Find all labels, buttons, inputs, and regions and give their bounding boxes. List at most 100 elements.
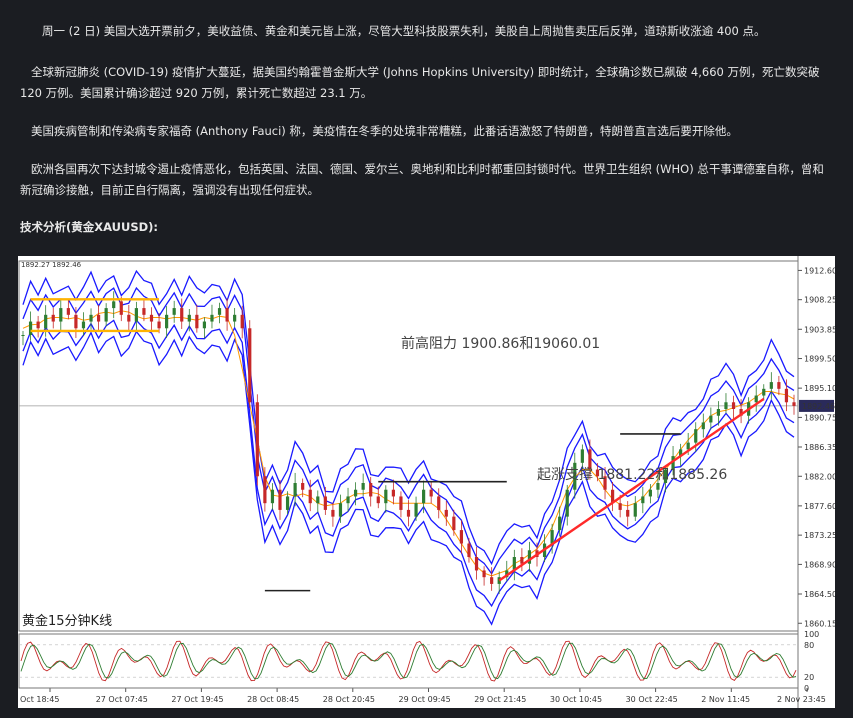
candle-body bbox=[21, 335, 25, 336]
y-tick-label: 1903.85 bbox=[804, 325, 835, 334]
candle-body bbox=[467, 543, 471, 557]
candle-body bbox=[157, 321, 161, 329]
candle-body bbox=[316, 496, 320, 504]
x-tick-label: 2 Nov 23:45 bbox=[777, 695, 826, 704]
candle-body bbox=[278, 489, 282, 510]
indicator-tick-label: 100 bbox=[804, 630, 819, 639]
candle-body bbox=[490, 577, 494, 584]
candle-body bbox=[474, 557, 479, 571]
candle-body bbox=[399, 496, 403, 510]
ohlc-readout: 1892.27 1892.46 bbox=[21, 261, 82, 269]
candle-body bbox=[248, 328, 252, 403]
candle-body bbox=[89, 314, 93, 322]
resistance-annotation: 前高阻力 1900.86和19060.01 bbox=[401, 335, 600, 352]
candle-body bbox=[134, 308, 138, 322]
candle-body bbox=[172, 308, 176, 315]
y-tick-label: 1873.25 bbox=[804, 531, 835, 540]
candle-body bbox=[346, 496, 350, 504]
x-tick-label: Oct 18:45 bbox=[20, 695, 59, 704]
candle-body bbox=[301, 483, 305, 490]
candle-body bbox=[648, 489, 652, 497]
candle-body bbox=[96, 314, 101, 322]
candle-body bbox=[565, 489, 569, 517]
candle-body bbox=[641, 496, 645, 504]
candle-body bbox=[361, 483, 365, 490]
candle-body bbox=[293, 483, 297, 497]
candle-body bbox=[180, 308, 184, 322]
article-paragraph-4: 欧洲各国再次下达封城令遏止疫情恶化，包括英国、法国、德国、爱尔兰、奥地利和比利时… bbox=[20, 162, 824, 197]
candle-body bbox=[331, 509, 335, 517]
gold-price-chart: 1912.60 1908.25 1903.85 1899.50 1895.10 1890.… bbox=[18, 256, 835, 708]
candle-body bbox=[66, 308, 70, 315]
candle-body bbox=[112, 301, 116, 309]
candle-body bbox=[28, 321, 33, 335]
candle-body bbox=[187, 314, 191, 322]
candle-body bbox=[754, 395, 758, 403]
article-paragraph-1: 周一 (2 日) 美国大选开票前夕，美收益债、黄金和美元皆上涨，尽管大型科技股票… bbox=[42, 24, 766, 38]
candle-body bbox=[633, 503, 637, 517]
candle-body bbox=[195, 314, 199, 329]
candle-body bbox=[127, 314, 131, 322]
y-tick-label: 1882.00 bbox=[804, 472, 835, 481]
candle-body bbox=[406, 509, 411, 517]
candle-body bbox=[240, 314, 244, 329]
candle-body bbox=[255, 402, 259, 477]
y-tick-label: 1908.25 bbox=[804, 296, 835, 305]
candle-body bbox=[701, 422, 705, 430]
candle-body bbox=[308, 489, 312, 504]
candle-body bbox=[36, 321, 40, 329]
candle-body bbox=[686, 442, 690, 450]
candle-body bbox=[369, 483, 373, 497]
x-tick-label: 30 Oct 22:45 bbox=[626, 695, 678, 704]
indicator-tick-label: 20 bbox=[804, 673, 814, 682]
y-tick-label: 1886.35 bbox=[804, 443, 835, 452]
y-tick-label: 1895.10 bbox=[804, 384, 835, 393]
candle-body bbox=[482, 570, 486, 578]
x-tick-label: 27 Oct 07:45 bbox=[96, 695, 148, 704]
candle-body bbox=[217, 308, 222, 315]
candle-body bbox=[376, 496, 380, 504]
candle-body bbox=[142, 308, 146, 315]
x-tick-label: 29 Oct 21:45 bbox=[474, 695, 526, 704]
candle-body bbox=[444, 509, 448, 517]
candle-body bbox=[716, 409, 721, 416]
candle-body bbox=[285, 496, 290, 510]
candle-body bbox=[119, 301, 123, 315]
indicator-tick-label: 0 bbox=[804, 684, 809, 693]
candle-body bbox=[724, 402, 728, 409]
candle-body bbox=[422, 489, 426, 504]
candle-body bbox=[784, 388, 789, 403]
candle-body bbox=[233, 314, 237, 322]
candle-body bbox=[618, 503, 622, 510]
x-tick-label: 30 Oct 10:45 bbox=[550, 695, 602, 704]
candle-body bbox=[520, 557, 524, 564]
candle-body bbox=[769, 382, 773, 389]
candle-body bbox=[580, 449, 584, 463]
candle-body bbox=[384, 489, 388, 504]
candle-body bbox=[74, 314, 78, 329]
y-tick-label: 1868.90 bbox=[804, 560, 835, 569]
candle-body bbox=[414, 503, 418, 517]
candle-body bbox=[709, 415, 713, 423]
x-tick-label: 29 Oct 09:45 bbox=[399, 695, 451, 704]
candle-body bbox=[626, 509, 630, 517]
candle-body bbox=[165, 314, 169, 329]
candle-body bbox=[202, 321, 207, 329]
chart-panel-title: 黄金15分钟K线 bbox=[22, 613, 112, 629]
y-tick-label: 1899.50 bbox=[804, 355, 835, 364]
indicator-tick-label: 80 bbox=[804, 641, 814, 650]
candle-body bbox=[59, 308, 63, 322]
candle-body bbox=[225, 308, 229, 322]
candle-body bbox=[210, 314, 214, 322]
y-tick-label: 1860.15 bbox=[804, 619, 835, 628]
candle-body bbox=[558, 516, 562, 531]
chart-canvas: 1912.60 1908.25 1903.85 1899.50 1895.10 1890.… bbox=[18, 256, 835, 708]
candle-body bbox=[149, 314, 154, 322]
x-tick-label: 2 Nov 11:45 bbox=[701, 695, 750, 704]
current-price-label: 1892.46 bbox=[802, 402, 835, 411]
article-paragraph-3: 美国疾病管制和传染病专家福奇 (Anthony Fauci) 称，美疫情在冬季的… bbox=[31, 124, 738, 138]
candle-body bbox=[429, 489, 433, 497]
candle-body bbox=[452, 516, 456, 531]
candle-body bbox=[338, 503, 343, 517]
candle-body bbox=[550, 530, 554, 544]
